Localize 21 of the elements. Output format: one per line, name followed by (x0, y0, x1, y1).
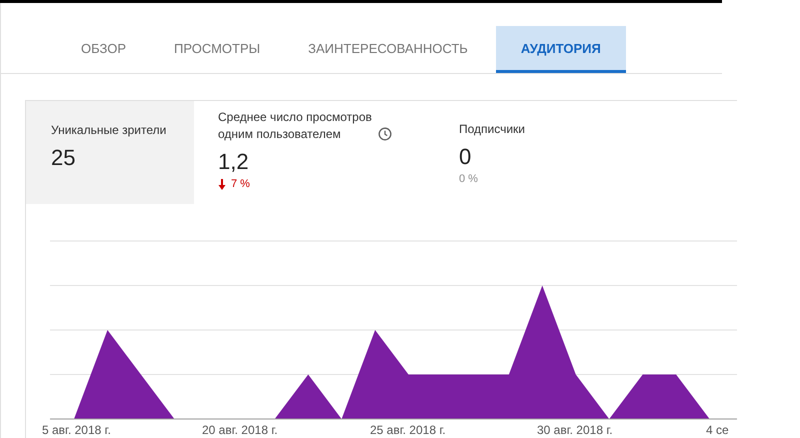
axis-label: 5 авг. 2018 г. (42, 423, 111, 437)
metric-change: 7 % (231, 178, 250, 190)
metric-tile[interactable]: Уникальные зрители 25 (26, 101, 194, 204)
metric-value: 25 (51, 145, 76, 171)
axis-label: 4 се (706, 423, 729, 437)
tab[interactable]: ПРОСМОТРЫ (154, 26, 280, 73)
metric-title: Подписчики (459, 121, 526, 138)
tab[interactable]: ЗАИНТЕРЕСОВАННОСТЬ (288, 26, 488, 73)
metric-title: Среднее число просмотров одним пользователем (218, 109, 373, 143)
metric-tile[interactable]: Подписчики 0 0 % (434, 101, 634, 204)
metric-value: 0 (459, 144, 472, 170)
axis-label: 25 авг. 2018 г. (370, 423, 446, 437)
metric-title: Уникальные зрители (51, 122, 166, 139)
tab[interactable]: ОБЗОР (61, 26, 146, 73)
tab[interactable]: АУДИТОРИЯ (496, 26, 626, 73)
metric-change: 0 % (459, 173, 478, 185)
axis-label: 30 авг. 2018 г. (537, 423, 613, 437)
clock-icon[interactable] (378, 127, 392, 141)
axis-label: 20 авг. 2018 г. (202, 423, 278, 437)
metric-value: 1,2 (218, 149, 250, 175)
metric-tile[interactable]: Среднее число просмотров одним пользователем 1,2 7 % (194, 101, 434, 204)
